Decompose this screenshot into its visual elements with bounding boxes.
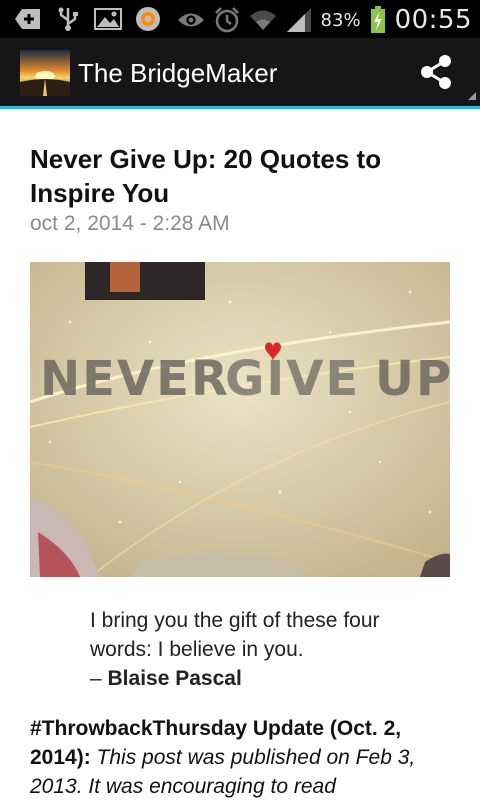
quote-dash: – xyxy=(90,667,108,690)
add-notification-icon xyxy=(14,6,42,32)
alarm-icon xyxy=(213,7,241,33)
status-bar: 83% 00:55 xyxy=(0,0,480,38)
action-bar: The BridgeMaker xyxy=(0,38,480,109)
overflow-indicator xyxy=(468,92,476,100)
update-paragraph: #ThrowbackThursday Update (Oct. 2, 2014)… xyxy=(30,714,455,801)
eye-icon xyxy=(177,7,205,33)
share-button[interactable] xyxy=(414,52,458,96)
svg-text:GIVE: GIVE xyxy=(225,351,360,407)
quote-author: Blaise Pascal xyxy=(107,667,242,690)
svg-text:NEVER: NEVER xyxy=(40,351,230,407)
usb-icon xyxy=(54,6,82,32)
post-date: oct 2, 2014 - 2:28 AM xyxy=(30,212,230,235)
app-notification-icon xyxy=(134,6,162,32)
post-title: Never Give Up: 20 Quotes to Inspire You xyxy=(30,144,382,208)
app-title: The BridgeMaker xyxy=(78,58,278,88)
article-header: Never Give Up: 20 Quotes to Inspire You … xyxy=(30,108,450,236)
clock: 00:55 xyxy=(394,5,472,35)
battery-percent: 83% xyxy=(320,9,361,31)
share-icon xyxy=(419,54,453,95)
wifi-icon xyxy=(249,7,277,33)
gallery-icon xyxy=(94,6,122,32)
signal-icon xyxy=(285,7,313,33)
svg-text:UP: UP xyxy=(375,351,450,407)
app-logo[interactable] xyxy=(20,50,70,96)
hero-image[interactable]: NEVER GIVE UP xyxy=(30,262,450,577)
quote-text: I bring you the gift of these four words… xyxy=(90,609,380,661)
blockquote: I bring you the gift of these four words… xyxy=(90,606,430,693)
battery-charging-icon xyxy=(369,6,387,33)
